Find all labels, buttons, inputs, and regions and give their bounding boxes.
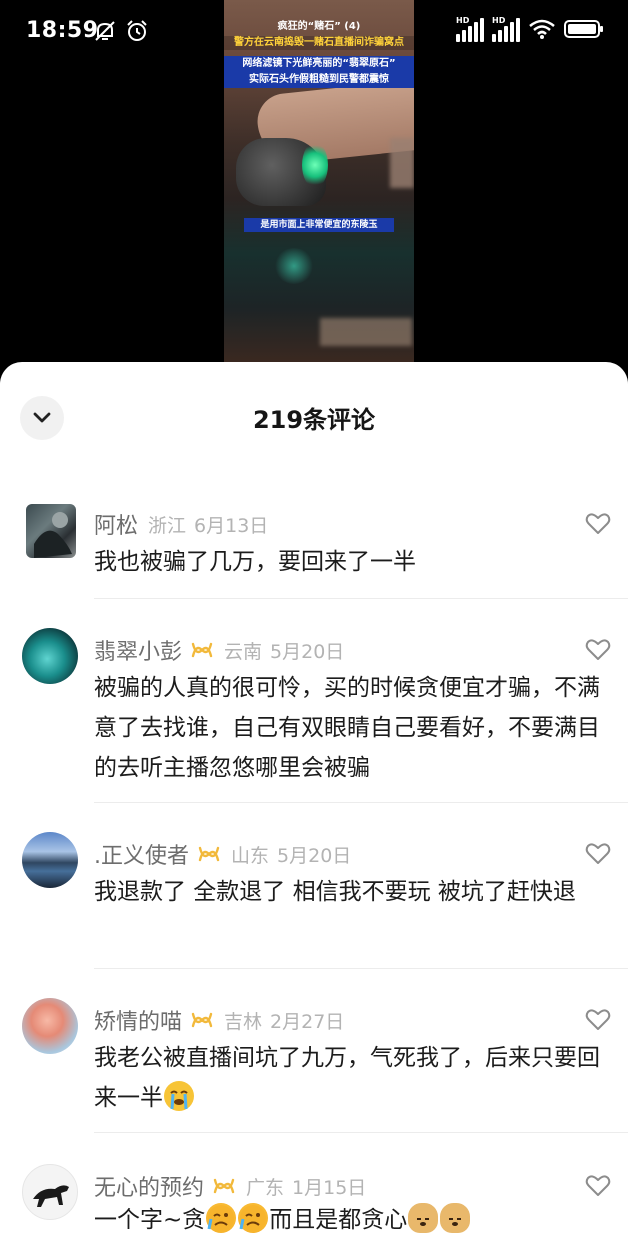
comment-text: 被骗的人真的很可怜，买的时候贪便宜才骗，不满意了去找谁，自己有双眼睛自己要看好，…	[94, 675, 600, 781]
avatar[interactable]	[22, 628, 78, 684]
infinity-badge-icon	[191, 642, 213, 658]
doge-emoji-icon	[408, 1203, 439, 1233]
avatar[interactable]	[22, 832, 78, 888]
hd-label-1: HD	[456, 16, 470, 25]
comment-text: 一个字~贪 而且是都贪心	[94, 1200, 614, 1240]
infinity-badge-icon	[213, 1178, 235, 1194]
avatar[interactable]	[22, 998, 78, 1054]
comment-author[interactable]: 翡翠小彭	[94, 634, 182, 666]
comment-author[interactable]: 阿松	[94, 508, 138, 540]
comment-meta: 阿松 浙江 6月13日	[94, 508, 268, 540]
comments-sheet: 219条评论 阿松 浙江 6月13日 我也被骗了几万，要回来了一半 翡翠小彭 云…	[0, 362, 628, 1250]
comment-text: 我老公被直播间坑了九万，气死我了，后来只要回来一半	[94, 1038, 614, 1118]
comment-text: 我退款了 全款退了 相信我不要玩 被坑了赶快退	[94, 879, 576, 905]
comment-date: 1月15日	[292, 1176, 367, 1199]
video-glow	[302, 142, 328, 188]
status-time: 18:59	[26, 18, 99, 43]
comment-text-part-1: 一个字~贪	[94, 1207, 206, 1233]
battery-icon	[564, 20, 603, 38]
heart-outline-icon[interactable]	[585, 638, 611, 662]
video-title-line-1: 疯狂的“赌石” (4)	[277, 21, 361, 32]
comment-author[interactable]: 无心的预约	[94, 1170, 204, 1202]
heart-outline-icon[interactable]	[585, 842, 611, 866]
video-preview[interactable]: 疯狂的“赌石” (4) 警方在云南捣毁一赌石直播间诈骗窝点 网络滤镜下光鲜亮丽的…	[224, 0, 414, 362]
wifi-icon	[529, 19, 555, 39]
comment-date: 6月13日	[194, 514, 269, 537]
loudly-crying-emoji-icon	[164, 1081, 194, 1111]
comment-location: 浙江	[148, 514, 187, 537]
comment-location: 广东	[246, 1176, 285, 1199]
video-title-line-4: 实际石头作假粗糙到民警都震惊	[224, 72, 414, 88]
comment-location: 云南	[224, 640, 263, 663]
comment-text-part-2: 而且是都贪心	[269, 1207, 408, 1233]
comment-meta: 矫情的喵 吉林 2月27日	[94, 1004, 344, 1036]
video-mosaic	[390, 138, 414, 188]
cell-signal-1-icon: HD	[456, 16, 484, 42]
comment-divider	[94, 598, 628, 599]
infinity-badge-icon	[191, 1012, 213, 1028]
status-icons-right: HD HD	[456, 16, 604, 42]
comments-count-title: 219条评论	[252, 406, 376, 434]
comment-meta: 无心的预约 广东 1月15日	[94, 1170, 366, 1202]
video-title-line-3: 网络滤镜下光鲜亮丽的“翡翠原石”	[224, 56, 414, 72]
avatar[interactable]	[26, 504, 76, 558]
infinity-badge-icon	[198, 846, 220, 862]
cell-signal-2-icon: HD	[492, 16, 520, 42]
video-caption: 是用市面上非常便宜的东陵玉	[244, 218, 394, 232]
status-icons-left	[92, 18, 150, 44]
comment-author[interactable]: .正义使者	[94, 838, 189, 870]
video-mosaic-2	[320, 318, 412, 346]
comment-divider	[94, 802, 628, 803]
heart-outline-icon[interactable]	[585, 512, 611, 536]
comment-meta: .正义使者 山东 5月20日	[94, 838, 351, 870]
alarm-icon	[127, 20, 147, 41]
video-title-line-2: 警方在云南捣毁一赌石直播间诈骗窝点	[224, 36, 414, 50]
comment-date: 2月27日	[270, 1010, 345, 1033]
comment-location: 吉林	[224, 1010, 263, 1033]
comment-location: 山东	[231, 844, 270, 867]
comment-text: 我也被骗了几万，要回来了一半	[94, 549, 416, 575]
crying-face-emoji-icon	[206, 1203, 237, 1233]
comment-meta: 翡翠小彭 云南 5月20日	[94, 634, 344, 666]
mute-notification-icon	[95, 21, 115, 41]
comment-author[interactable]: 矫情的喵	[94, 1004, 182, 1036]
comment-date: 5月20日	[270, 640, 345, 663]
avatar[interactable]	[22, 1164, 78, 1220]
video-glow-2	[274, 248, 314, 284]
heart-outline-icon[interactable]	[585, 1008, 611, 1032]
doge-emoji-icon	[440, 1203, 471, 1233]
comment-divider	[94, 968, 628, 969]
comment-date: 5月20日	[277, 844, 352, 867]
crying-face-emoji-icon	[238, 1203, 269, 1233]
hd-label-2: HD	[492, 16, 506, 25]
comment-divider	[94, 1132, 628, 1133]
heart-outline-icon[interactable]	[585, 1174, 611, 1198]
